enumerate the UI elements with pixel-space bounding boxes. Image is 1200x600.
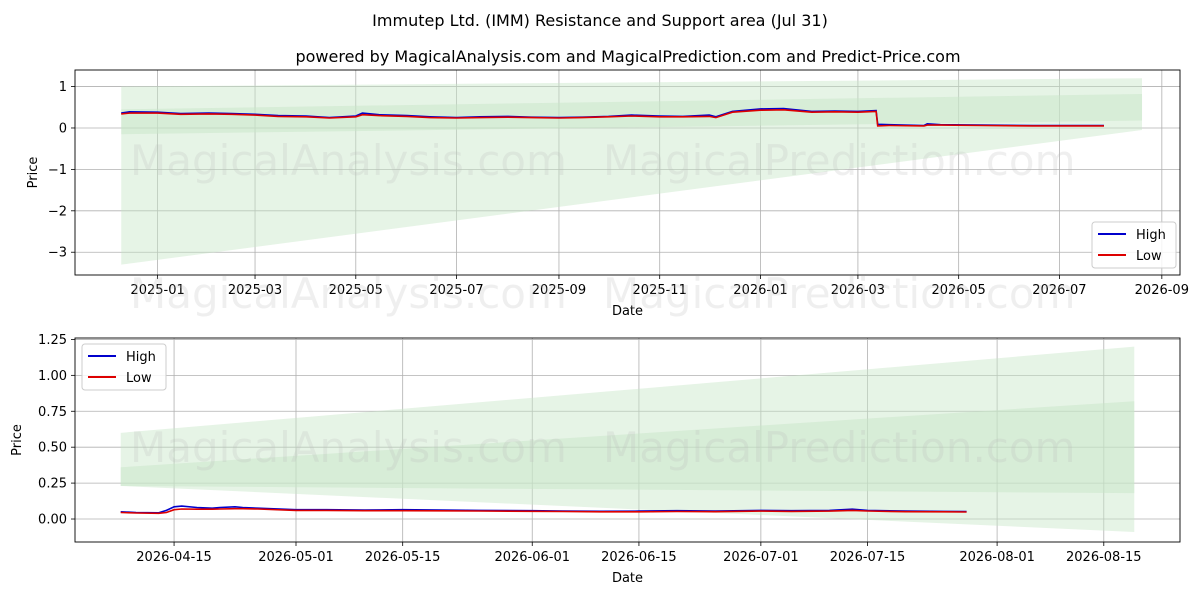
legend-label-low: Low bbox=[1136, 249, 1162, 264]
chart-subtitle: powered by MagicalAnalysis.com and Magic… bbox=[295, 47, 960, 66]
x-tick-label: 2026-08-15 bbox=[1066, 550, 1142, 565]
x-tick-label: 2026-05-01 bbox=[258, 550, 334, 565]
watermark-text: MagicalAnalysis.com bbox=[130, 423, 567, 472]
x-axis-label: Date bbox=[612, 571, 643, 586]
y-tick-label: −3 bbox=[48, 246, 67, 261]
watermark-text: MagicalPrediction.com bbox=[603, 269, 1076, 318]
x-tick-label: 2026-08-01 bbox=[959, 550, 1035, 565]
x-tick-label: 2026-07-01 bbox=[723, 550, 799, 565]
y-axis-label: Price bbox=[10, 424, 25, 456]
y-tick-label: 0.00 bbox=[38, 513, 67, 528]
legend-label-high: High bbox=[126, 350, 156, 365]
y-tick-label: 0.75 bbox=[38, 405, 67, 420]
x-tick-label: 2026-06-15 bbox=[601, 550, 677, 565]
watermark-text: MagicalPrediction.com bbox=[603, 423, 1076, 472]
watermark-text: MagicalAnalysis.com bbox=[130, 269, 567, 318]
chart-title: Immutep Ltd. (IMM) Resistance and Suppor… bbox=[372, 11, 828, 30]
chart-canvas: Immutep Ltd. (IMM) Resistance and Suppor… bbox=[10, 11, 1189, 586]
x-tick-label: 2026-04-15 bbox=[136, 550, 212, 565]
x-tick-label: 2026-09 bbox=[1135, 283, 1189, 298]
legend-label-low: Low bbox=[126, 371, 152, 386]
x-tick-label: 2026-06-01 bbox=[494, 550, 570, 565]
y-axis-label: Price bbox=[26, 157, 41, 189]
y-tick-label: −2 bbox=[48, 204, 67, 219]
y-tick-label: 1.00 bbox=[38, 369, 67, 384]
watermark-text: MagicalPrediction.com bbox=[603, 136, 1076, 185]
y-tick-label: 0 bbox=[59, 121, 67, 136]
legend-label-high: High bbox=[1136, 228, 1166, 243]
x-tick-label: 2026-05-15 bbox=[365, 550, 441, 565]
y-tick-label: 0.25 bbox=[38, 477, 67, 492]
watermark-text: MagicalAnalysis.com bbox=[130, 136, 567, 185]
y-tick-label: 1 bbox=[59, 80, 67, 95]
y-tick-label: 1.25 bbox=[38, 333, 67, 348]
y-tick-label: −1 bbox=[48, 163, 67, 178]
y-tick-label: 0.50 bbox=[38, 441, 67, 456]
x-tick-label: 2026-07-15 bbox=[830, 550, 906, 565]
